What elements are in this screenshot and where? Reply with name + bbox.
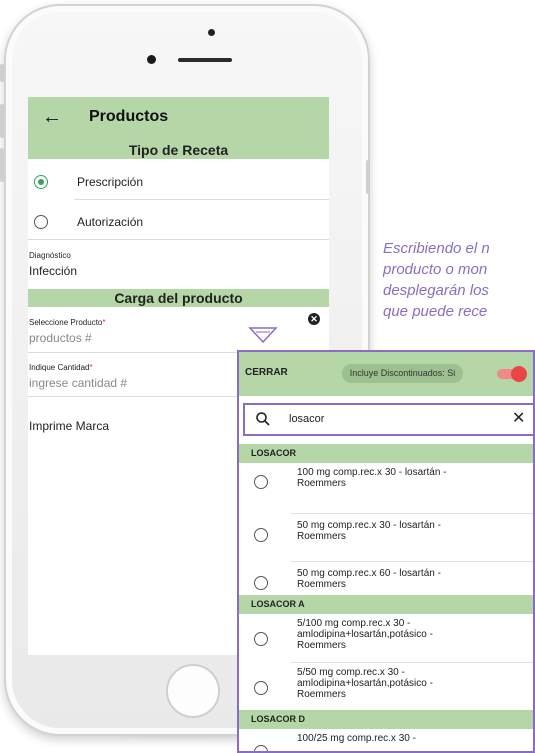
search-box: losacor ✕ — [243, 403, 533, 436]
item-radio[interactable] — [254, 745, 268, 751]
item-line: 100 mg comp.rec.x 30 - losartán - — [297, 467, 447, 478]
option-label-autorizacion: Autorización — [77, 215, 144, 229]
home-button[interactable] — [166, 664, 220, 718]
product-load-heading: Carga del producto — [28, 289, 329, 307]
product-field-label: Seleccione Producto* — [29, 318, 106, 327]
item-line: 100/25 mg comp.rec.x 30 - — [297, 733, 416, 744]
item-line: amlodipina+losartán,potásico - — [297, 678, 433, 689]
item-text: 5/100 mg comp.rec.x 30 - amlodipina+losa… — [297, 618, 527, 651]
item-text: 100/25 mg comp.rec.x 30 - — [297, 733, 527, 744]
caption-line: desplegarán los — [383, 282, 489, 299]
item-text: 5/50 mg comp.rec.x 30 - amlodipina+losar… — [297, 667, 527, 700]
caption-line: Escribiendo el n — [383, 240, 490, 257]
item-line: 50 mg comp.rec.x 60 - losartán - — [297, 568, 441, 579]
caption-text: Escribiendo el n producto o mon desplega… — [383, 238, 535, 322]
group-header: LOSACOR — [239, 444, 533, 463]
item-line: 5/100 mg comp.rec.x 30 - — [297, 618, 411, 629]
item-radio[interactable] — [254, 632, 268, 646]
item-radio[interactable] — [254, 528, 268, 542]
divider — [74, 199, 329, 200]
item-text: 100 mg comp.rec.x 30 - losartán - Roemme… — [297, 467, 527, 489]
power-button — [366, 160, 370, 194]
item-line: Roemmers — [297, 640, 346, 651]
radio-autorizacion[interactable] — [34, 215, 48, 229]
front-camera — [147, 55, 156, 64]
caption-line: que puede rece — [383, 303, 488, 320]
discontinued-toggle[interactable] — [497, 366, 527, 382]
recipe-type-heading: Tipo de Receta — [28, 141, 329, 159]
close-icon[interactable]: ✕ — [512, 408, 525, 428]
item-text: 50 mg comp.rec.x 30 - losartán - Roemmer… — [297, 520, 527, 542]
popup-header: CERRAR Incluye Discontinuados: Si — [239, 352, 533, 396]
option-label-prescripcion: Prescripción — [77, 175, 144, 189]
list-item[interactable]: 100/25 mg comp.rec.x 30 - — [239, 729, 533, 751]
item-radio[interactable] — [254, 475, 268, 489]
dropdown-pointer-icon — [248, 327, 278, 344]
discontinued-chip: Incluye Discontinuados: Si — [342, 364, 463, 383]
group-header: LOSACOR A — [239, 595, 533, 614]
print-brand-label: Imprime Marca — [29, 419, 110, 433]
group-header: LOSACOR D — [239, 710, 533, 729]
search-input[interactable]: losacor — [289, 413, 324, 425]
item-line: 50 mg comp.rec.x 30 - losartán - — [297, 520, 441, 531]
list-item[interactable]: 5/100 mg comp.rec.x 30 - amlodipina+losa… — [239, 614, 533, 658]
sensor-dot — [208, 29, 215, 36]
clear-product-icon[interactable]: ✕ — [308, 313, 320, 325]
list-item[interactable]: 50 mg comp.rec.x 30 - losartán - Roemmer… — [239, 514, 533, 552]
item-radio[interactable] — [254, 681, 268, 695]
page-title: Productos — [89, 108, 169, 125]
item-line: Roemmers — [297, 689, 346, 700]
list-item[interactable]: 100 mg comp.rec.x 30 - losartán - Roemme… — [239, 463, 533, 501]
item-line: Roemmers — [297, 478, 346, 489]
mute-switch — [0, 64, 4, 82]
quantity-field-label: Indique Cantidad* — [29, 363, 93, 372]
caption-line: producto o mon — [383, 261, 488, 278]
diagnosis-label: Diagnóstico — [29, 251, 71, 260]
back-arrow-icon[interactable]: ← — [42, 106, 62, 129]
diagnosis-field[interactable]: Infección — [29, 264, 77, 278]
close-button[interactable]: CERRAR — [245, 367, 288, 378]
app-bar: ← Productos — [28, 97, 329, 141]
item-radio[interactable] — [254, 576, 268, 590]
volume-down-button — [0, 148, 4, 182]
item-line: amlodipina+losartán,potásico - — [297, 629, 433, 640]
divider — [28, 239, 329, 240]
earpiece-speaker — [178, 58, 232, 62]
product-search-popup: CERRAR Incluye Discontinuados: Si losaco… — [237, 350, 535, 753]
volume-up-button — [0, 104, 4, 138]
product-field[interactable]: productos # — [29, 331, 92, 345]
item-line: Roemmers — [297, 531, 346, 542]
item-line: 5/50 mg comp.rec.x 30 - — [297, 667, 405, 678]
item-line: Roemmers — [297, 579, 346, 590]
radio-prescripcion[interactable] — [34, 175, 48, 189]
quantity-field[interactable]: ingrese cantidad # — [29, 376, 127, 390]
item-text: 50 mg comp.rec.x 60 - losartán - Roemmer… — [297, 568, 527, 590]
search-icon — [256, 412, 270, 426]
list-item[interactable]: 5/50 mg comp.rec.x 30 - amlodipina+losar… — [239, 663, 533, 707]
